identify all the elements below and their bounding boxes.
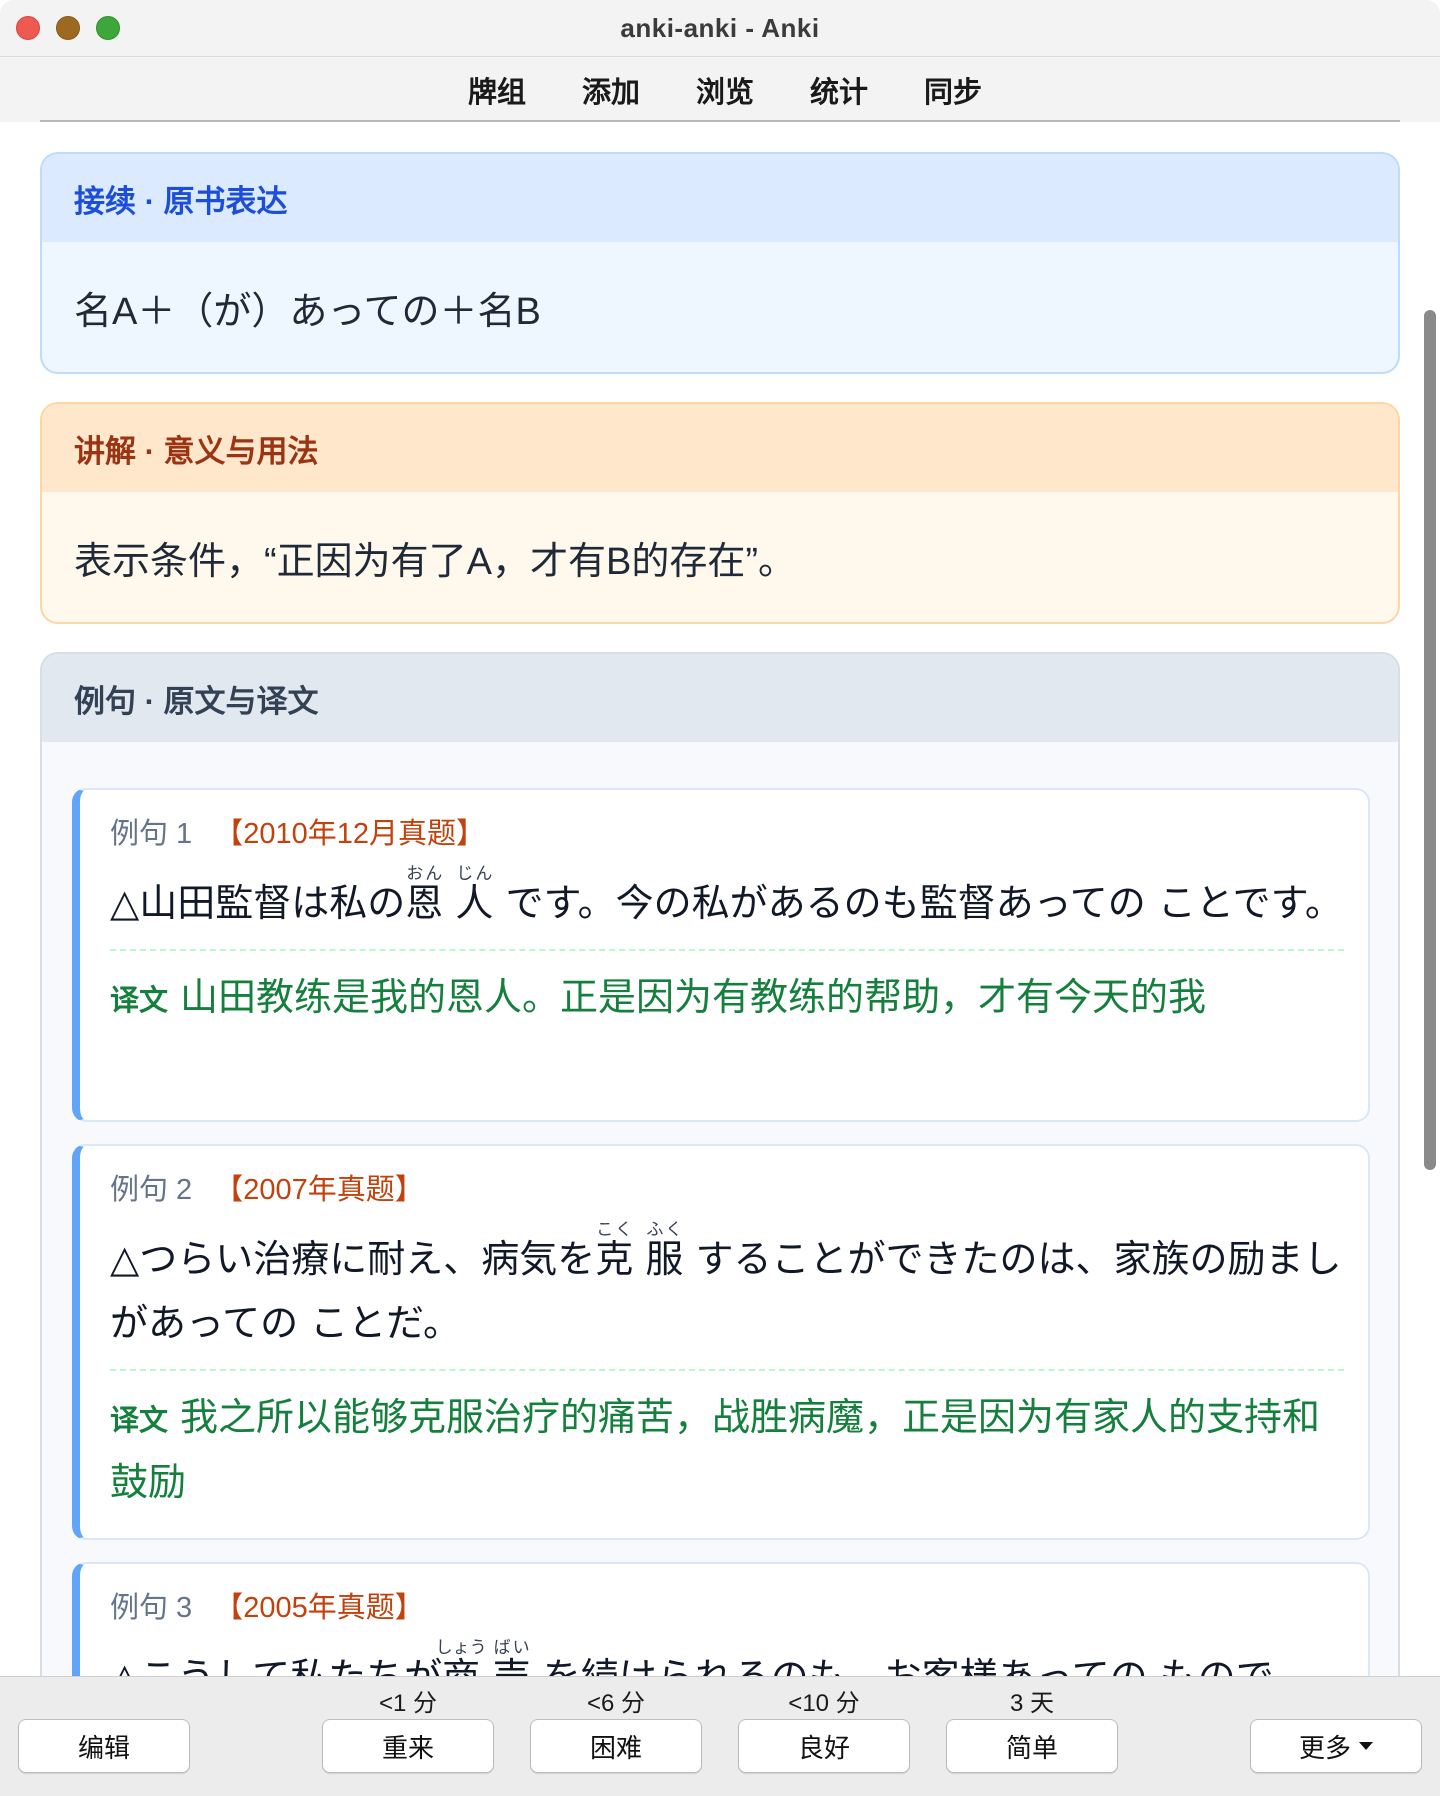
- scrollbar-track[interactable]: [1420, 122, 1440, 1676]
- grammar-card-title: 接续 · 原书表达: [42, 154, 1398, 242]
- again-button[interactable]: 重来: [322, 1719, 494, 1773]
- example-japanese: △こうして私たちが商しょう 売ばい を続けられるのも、お客様あっての ものです。: [110, 1638, 1274, 1676]
- examples-card-title: 例句 · 原文与译文: [42, 654, 1398, 742]
- easy-interval: 3 天: [1009, 1690, 1054, 1717]
- example-divider: [110, 949, 1344, 951]
- maximize-window-button[interactable]: [96, 16, 120, 40]
- toolbar-decks[interactable]: 牌组: [468, 69, 526, 111]
- example-japanese: △つらい治療に耐え、病気を克こく 服ふく することができたのは、家族の励ましがあ…: [110, 1220, 1342, 1345]
- edit-button[interactable]: 编辑: [18, 1719, 190, 1773]
- again-interval: <1 分: [378, 1690, 438, 1717]
- example-japanese: △山田監督は私の恩おん 人じん です。今の私があるのも監督あっての ことです。: [110, 864, 1343, 925]
- example-number: 例句 1: [110, 818, 193, 850]
- answer-bar: 编辑 <1 分 重来 <6 分 困难 <10 分 良好 3 天 简单 更多: [0, 1676, 1440, 1796]
- scrollbar-thumb[interactable]: [1424, 310, 1436, 1170]
- example-source: 【2005年真题】: [214, 1592, 424, 1624]
- example-translation: 译文 山田教练是我的恩人。正是因为有教练的帮助，才有今天的我: [110, 977, 1207, 1019]
- chevron-down-icon: [1359, 1742, 1373, 1750]
- window-title: anki-anki - Anki: [620, 12, 820, 43]
- examples-card: 例句 · 原文与译文 例句 1 【2010年12月真题】 △山田監督は私の恩おん…: [40, 652, 1400, 1676]
- hard-button[interactable]: 困难: [530, 1719, 702, 1773]
- main-toolbar: 牌组 添加 浏览 统计 同步: [0, 56, 1440, 122]
- toolbar-stats[interactable]: 统计: [810, 69, 868, 111]
- hard-interval: <6 分: [586, 1690, 646, 1717]
- good-interval: <10 分: [788, 1690, 860, 1717]
- title-bar: anki-anki - Anki: [0, 0, 1440, 56]
- more-button-label: 更多: [1298, 1732, 1351, 1763]
- translation-label: 译文: [110, 1405, 169, 1437]
- meaning-text: 表示条件，“正因为有了A，才有B的存在”。: [74, 540, 797, 583]
- window-controls: [16, 16, 120, 40]
- more-button[interactable]: 更多: [1250, 1719, 1422, 1773]
- meaning-card-title: 讲解 · 意义与用法: [42, 404, 1398, 492]
- example-source: 【2007年真题】: [214, 1174, 424, 1206]
- card-content[interactable]: 接续 · 原书表达 名A＋（が）あっての＋名B 讲解 · 意义与用法 表示条件，…: [0, 122, 1420, 1676]
- meaning-card: 讲解 · 意义与用法 表示条件，“正因为有了A，才有B的存在”。: [40, 402, 1400, 624]
- toolbar-add[interactable]: 添加: [582, 69, 640, 111]
- example-item: 例句 3 【2005年真题】 △こうして私たちが商しょう 売ばい を続けられるの…: [72, 1562, 1370, 1676]
- toolbar-browse[interactable]: 浏览: [696, 69, 754, 111]
- good-button[interactable]: 良好: [738, 1719, 910, 1773]
- example-item: 例句 2 【2007年真题】 △つらい治療に耐え、病気を克こく 服ふく すること…: [72, 1144, 1370, 1540]
- grammar-pattern: 名A＋（が）あっての＋名B: [74, 290, 541, 333]
- example-divider: [110, 1369, 1344, 1371]
- close-window-button[interactable]: [16, 16, 40, 40]
- example-translation: 译文 我之所以能够克服治疗的痛苦，战胜病魔，正是因为有家人的支持和鼓励: [110, 1397, 1321, 1504]
- translation-label: 译文: [110, 985, 169, 1017]
- minimize-window-button[interactable]: [56, 16, 80, 40]
- toolbar-sync[interactable]: 同步: [924, 69, 982, 111]
- example-source: 【2010年12月真题】: [214, 818, 485, 850]
- easy-button[interactable]: 简单: [946, 1719, 1118, 1773]
- grammar-card: 接续 · 原书表达 名A＋（が）あっての＋名B: [40, 152, 1400, 374]
- example-number: 例句 3: [110, 1592, 193, 1624]
- example-number: 例句 2: [110, 1174, 193, 1206]
- example-item: 例句 1 【2010年12月真题】 △山田監督は私の恩おん 人じん です。今の私…: [72, 788, 1370, 1122]
